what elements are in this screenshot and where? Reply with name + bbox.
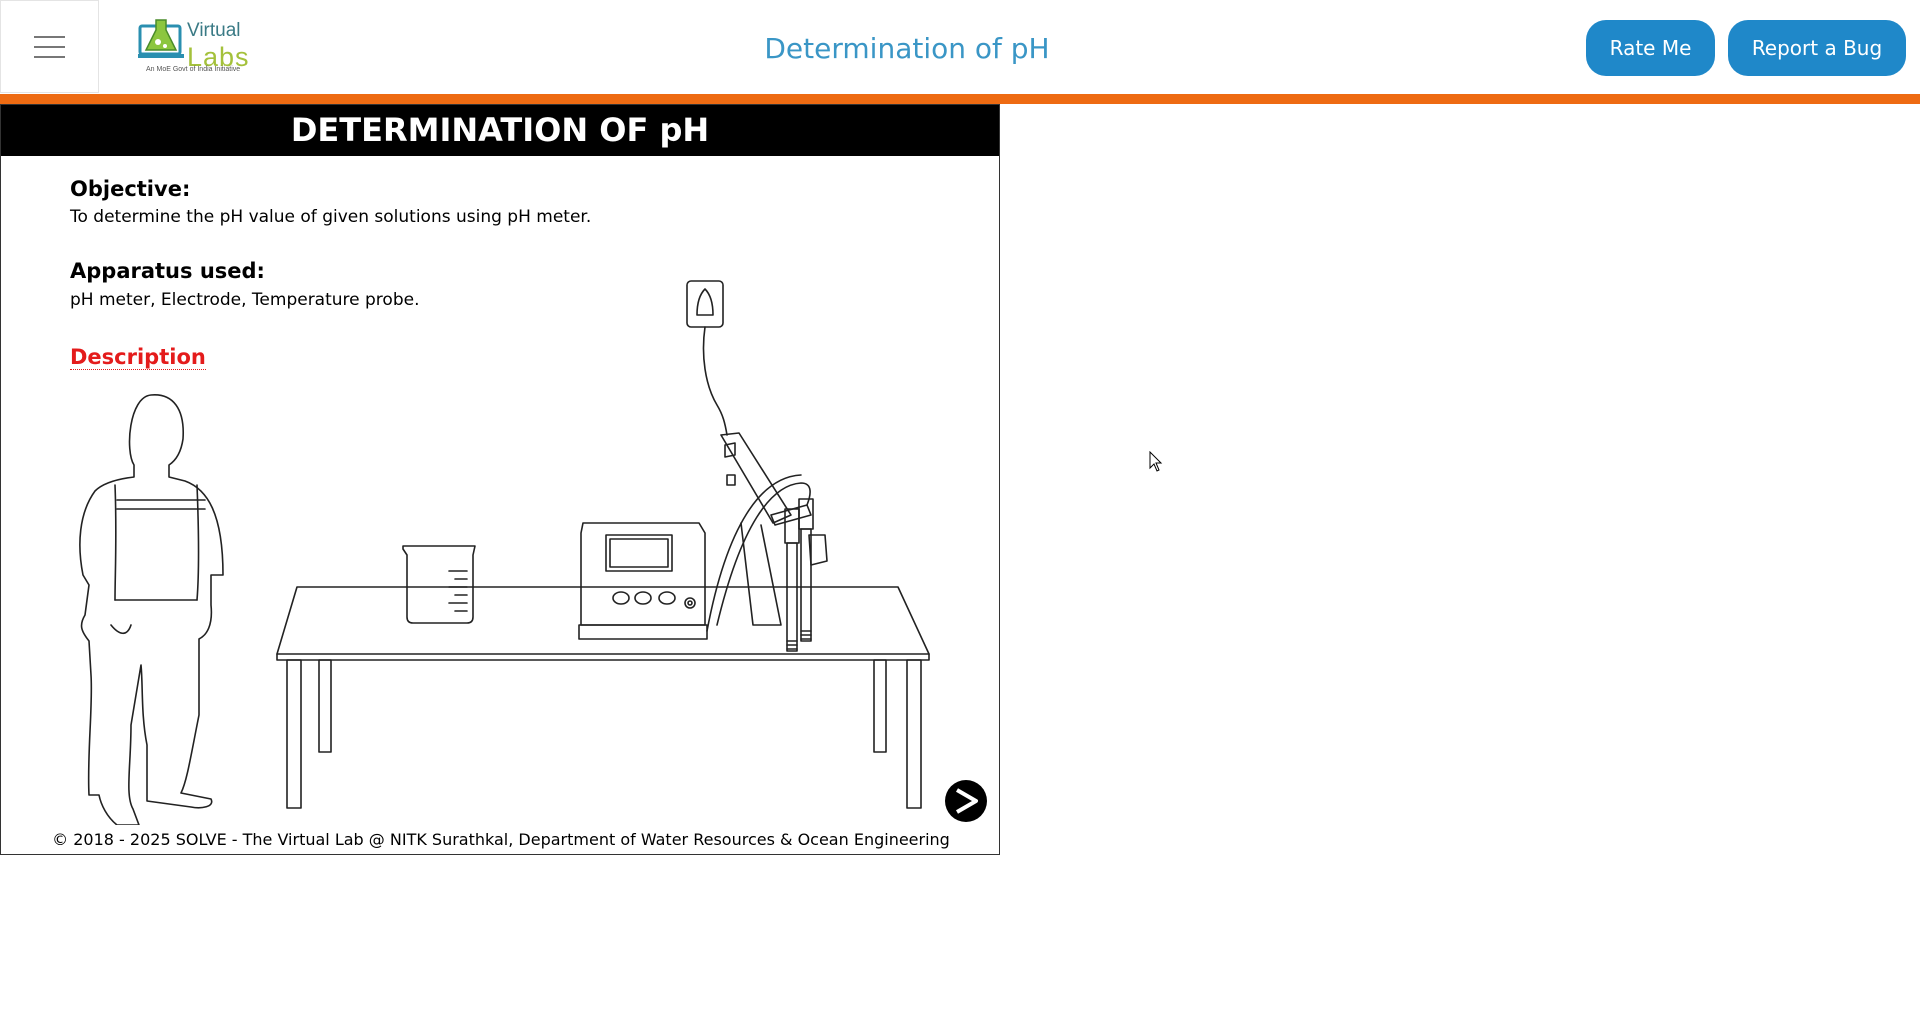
lab-simulation-panel: DETERMINATION OF pH Objective: To determ… (0, 104, 1000, 855)
mouse-cursor-icon (1149, 451, 1163, 472)
hamburger-line (34, 55, 65, 58)
temperature-probe (798, 498, 828, 642)
rate-me-button[interactable]: Rate Me (1586, 20, 1715, 76)
menu-toggle-button[interactable] (0, 0, 99, 93)
copyright-footer: © 2018 - 2025 SOLVE - The Virtual Lab @ … (52, 830, 950, 849)
hamburger-line (34, 35, 65, 38)
lab-scene-illustration (79, 280, 930, 825)
hamburger-line (34, 45, 65, 48)
top-navbar: Virtual Labs An MoE Govt of India Initia… (0, 0, 1920, 104)
virtual-labs-logo[interactable]: Virtual Labs An MoE Govt of India Initia… (138, 14, 250, 78)
report-bug-button[interactable]: Report a Bug (1728, 20, 1906, 76)
next-step-button[interactable] (945, 780, 987, 822)
ph-meter-device (578, 522, 708, 640)
flask-logo-icon (138, 19, 184, 58)
beaker-icon (402, 545, 476, 624)
arrow-right-icon (955, 788, 978, 814)
logo-word-virtual: Virtual (187, 20, 241, 41)
person-figure-icon (79, 394, 224, 825)
power-plug-icon (686, 280, 728, 436)
ph-electrode (784, 508, 800, 652)
electrode-stand (706, 432, 812, 632)
logo-tagline: An MoE Govt of India Initiative (146, 66, 241, 73)
page-title: Determination of pH (764, 32, 1050, 65)
lab-table (276, 586, 930, 809)
